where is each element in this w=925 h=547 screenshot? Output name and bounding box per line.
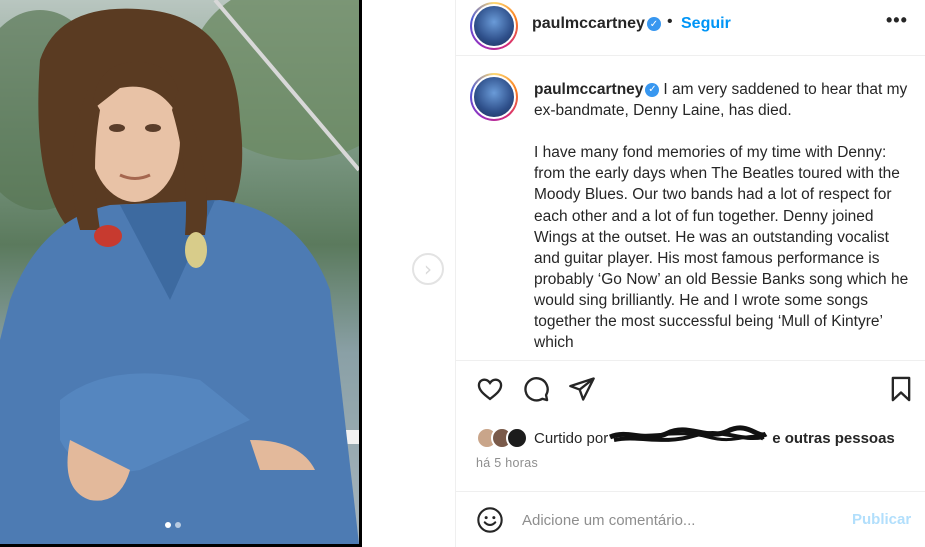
post-side-panel: paulmccartney ✓ • Seguir ••• paulmccartn… [455,0,925,547]
carousel-next-button[interactable]: › [412,253,444,285]
liker-avatar [506,427,528,449]
carousel-dot [175,522,181,528]
others-link[interactable]: e outras pessoas [772,430,895,447]
carousel-dot-active [165,522,171,528]
header-separator: • [667,13,673,30]
likes-summary[interactable]: Curtido por e outras pessoas [476,425,895,450]
publish-button[interactable]: Publicar [852,511,911,528]
caption-username[interactable]: paulmccartney [534,81,643,98]
caption-author-avatar[interactable] [470,73,518,121]
redaction-scribble [608,425,768,448]
emoji-icon[interactable] [476,506,504,534]
comment-icon[interactable] [522,375,550,403]
carousel-indicator [165,522,181,528]
caption: paulmccartney ✓ I am very saddened to hear… [534,79,909,353]
liked-by-label: Curtido por [534,429,609,447]
share-icon[interactable] [568,375,596,403]
avatar-image [472,4,516,48]
verified-badge-icon: ✓ [645,82,660,97]
photo-illustration [0,0,359,544]
author-avatar[interactable] [470,2,518,50]
comment-input[interactable] [522,508,832,532]
post-header: paulmccartney ✓ • Seguir ••• [456,0,925,56]
chevron-right-icon: › [424,257,432,281]
post-media-frame [0,0,362,547]
follow-button[interactable]: Seguir [681,15,731,33]
comment-composer: Publicar [456,491,925,547]
heart-icon[interactable] [476,375,504,403]
action-bar [456,372,925,410]
liker-avatars [476,427,528,449]
more-options-icon[interactable]: ••• [886,10,908,31]
caption-scroll-area[interactable]: paulmccartney ✓ I am very saddened to hear… [456,57,925,361]
post-photo[interactable] [0,0,359,544]
avatar-image [472,75,516,119]
verified-badge-icon: ✓ [647,17,661,31]
post-timestamp[interactable]: há 5 horas [476,456,538,470]
bookmark-icon[interactable] [888,375,914,403]
author-username[interactable]: paulmccartney [532,15,645,33]
caption-text: I am very saddened to hear that my ex-ba… [534,81,909,352]
